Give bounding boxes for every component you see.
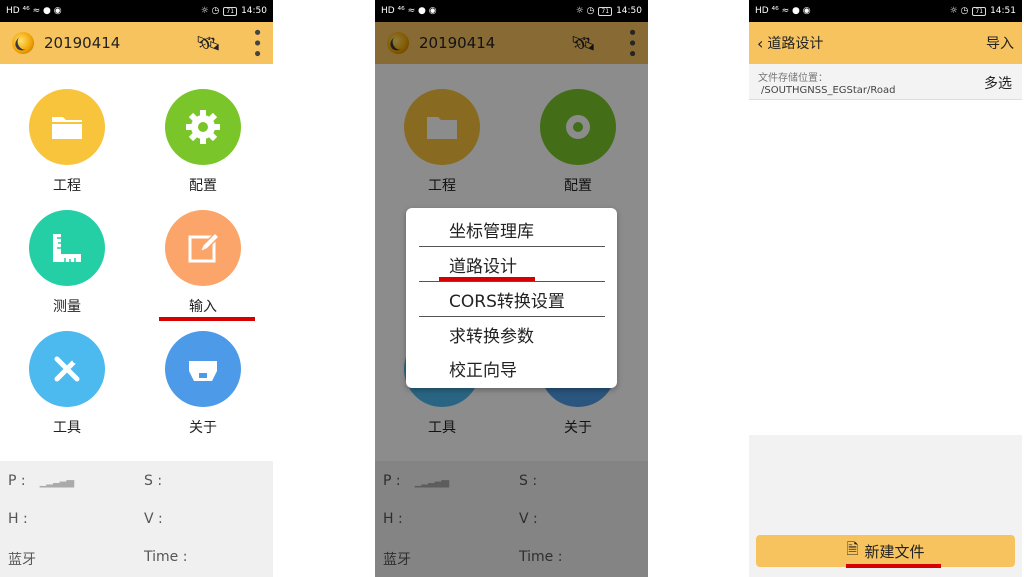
grid-label-project: 工程 <box>53 178 81 194</box>
info-h: H : <box>8 511 28 527</box>
storage-label: 文件存储位置： <box>758 73 828 84</box>
status-icons-left: HD ⁴⁶ ≈ ● ◉ <box>755 6 811 16</box>
gear-icon <box>165 89 241 165</box>
grid-label-about: 关于 <box>189 420 217 436</box>
status-icons-left: HD ⁴⁶ ≈ ● ◉ <box>381 6 437 16</box>
status-icons-right: ☼ ◷ <box>949 6 969 16</box>
screen-road-design: HD ⁴⁶ ≈ ● ◉ ☼ ◷ 71 14:51 ‹ 道路设计 导入 文件存储位… <box>749 0 1022 577</box>
file-list <box>749 100 1022 435</box>
receiver-icon <box>165 331 241 407</box>
ruler-icon <box>29 210 105 286</box>
tools-icon <box>29 331 105 407</box>
clock: 14:50 <box>616 6 642 16</box>
project-title: 20190414 <box>44 34 121 52</box>
screen-main-menu: HD ⁴⁶ ≈ ● ◉ ☼ ◷ 71 14:50 20190414 🛰 ••• … <box>0 0 273 577</box>
grid-item-about[interactable]: 关于 <box>143 331 263 437</box>
grid-item-survey[interactable]: 测量 <box>7 210 127 316</box>
menu-item-coordinate-library[interactable]: 坐标管理库 <box>419 212 605 247</box>
highlight-underline <box>159 317 255 321</box>
app-logo-icon <box>12 32 34 54</box>
clock: 14:50 <box>241 6 267 16</box>
menu-item-calibration-wizard[interactable]: 校正向导 <box>419 351 605 386</box>
status-icons-left: HD ⁴⁶ ≈ ● ◉ <box>6 6 62 16</box>
status-bar: HD ⁴⁶ ≈ ● ◉ ☼ ◷ 71 14:50 <box>375 0 648 22</box>
grid-item-tools[interactable]: 工具 <box>7 331 127 437</box>
info-p: P : <box>8 473 26 489</box>
app-bar: ‹ 道路设计 导入 <box>749 22 1022 64</box>
screen-input-menu: HD ⁴⁶ ≈ ● ◉ ☼ ◷ 71 14:50 20190414 🛰 ••• … <box>375 0 648 577</box>
multi-select-button[interactable]: 多选 <box>984 73 1012 93</box>
grid-item-project[interactable]: 工程 <box>7 89 127 195</box>
new-file-label: 新建文件 <box>864 542 925 561</box>
signal-icon: ▁▂▃▄▅ <box>39 477 74 488</box>
back-arrow-icon[interactable]: ‹ <box>757 34 763 53</box>
grid-item-config[interactable]: 配置 <box>143 89 263 195</box>
info-v: V : <box>144 511 163 527</box>
battery-icon: 71 <box>223 6 238 16</box>
grid-label-survey: 测量 <box>53 299 81 315</box>
new-file-icon: 🗎 <box>846 539 859 558</box>
new-file-button[interactable]: 🗎 新建文件 <box>756 535 1015 567</box>
status-bar: HD ⁴⁶ ≈ ● ◉ ☼ ◷ 71 14:51 <box>749 0 1022 22</box>
battery-icon: 71 <box>598 6 613 16</box>
satellite-icon[interactable]: 🛰 <box>196 31 221 55</box>
status-icons-right: ☼ ◷ <box>200 6 220 16</box>
battery-icon: 71 <box>972 6 987 16</box>
grid-label-config: 配置 <box>189 178 217 194</box>
edit-icon <box>165 210 241 286</box>
page-title: 道路设计 <box>767 36 824 52</box>
clock: 14:51 <box>990 6 1016 16</box>
folder-icon <box>29 89 105 165</box>
highlight-underline <box>439 277 535 281</box>
storage-path: /SOUTHGNSS_EGStar/Road <box>761 85 896 96</box>
grid-item-input[interactable]: 输入 <box>143 210 263 316</box>
input-popup-menu: 坐标管理库 道路设计 CORS转换设置 求转换参数 校正向导 <box>406 208 617 388</box>
menu-item-cors-settings[interactable]: CORS转换设置 <box>419 282 605 317</box>
info-s: S : <box>144 473 163 489</box>
status-info-panel: P : ▁▂▃▄▅ S : H : V : 蓝牙 Time : <box>0 461 273 577</box>
grid-label-input: 输入 <box>189 299 217 315</box>
app-bar: 20190414 🛰 ••• <box>0 22 273 64</box>
info-time: Time : <box>144 549 188 565</box>
menu-item-transform-params[interactable]: 求转换参数 <box>419 317 605 352</box>
grid-label-tools: 工具 <box>53 420 81 436</box>
info-bluetooth: 蓝牙 <box>8 552 36 568</box>
status-bar: HD ⁴⁶ ≈ ● ◉ ☼ ◷ 71 14:50 <box>0 0 273 22</box>
highlight-underline <box>846 564 941 568</box>
file-location-bar: 文件存储位置： /SOUTHGNSS_EGStar/Road 多选 <box>749 64 1022 100</box>
status-icons-right: ☼ ◷ <box>575 6 595 16</box>
more-menu-icon[interactable]: ••• <box>246 27 267 59</box>
import-button[interactable]: 导入 <box>986 33 1014 53</box>
